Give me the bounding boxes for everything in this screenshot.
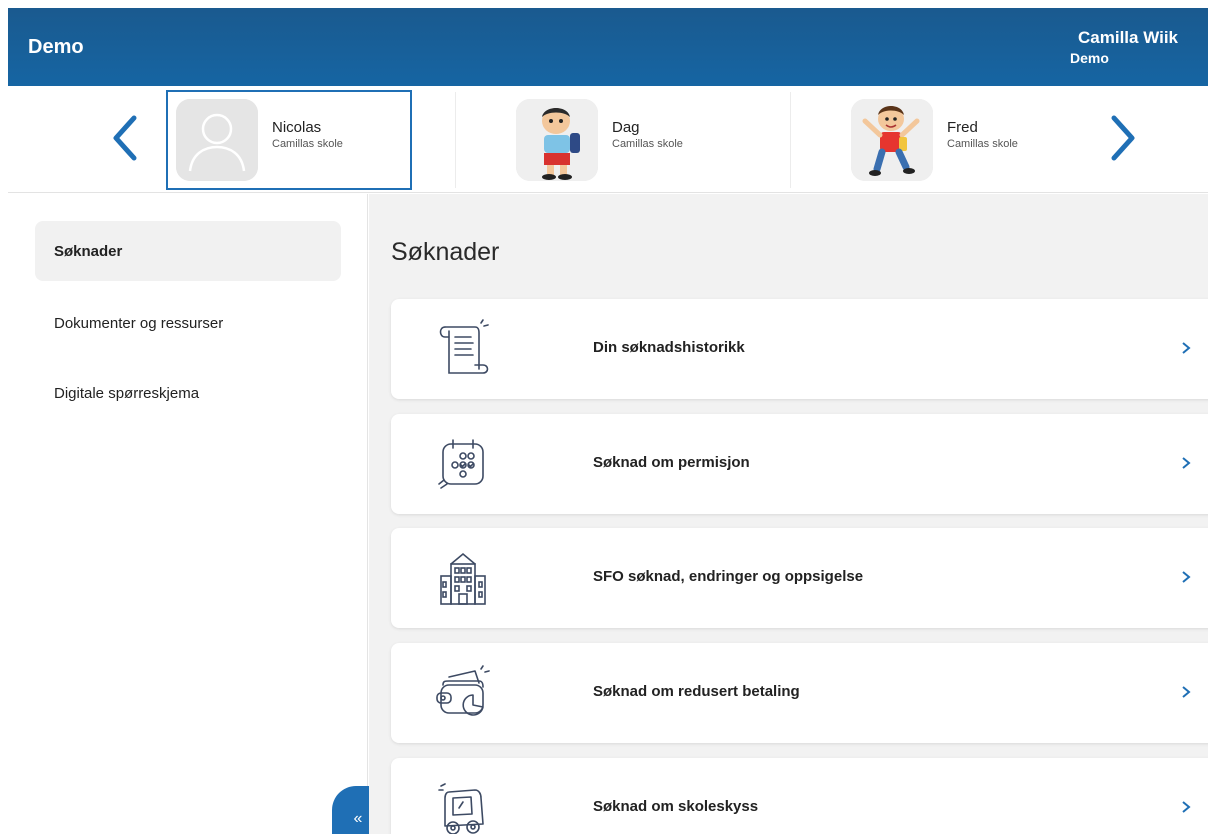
user-organization: Demo bbox=[1070, 50, 1109, 66]
chevron-right-icon bbox=[1182, 457, 1191, 469]
card-soknadshistorikk[interactable]: Din søknadshistorikk bbox=[391, 299, 1208, 399]
card-label: Søknad om permisjon bbox=[593, 454, 750, 471]
child-card-dag[interactable]: Dag Camillas skole bbox=[508, 90, 748, 190]
user-name[interactable]: Camilla Wiik bbox=[1078, 28, 1178, 48]
card-label: SFO søknad, endringer og oppsigelse bbox=[593, 568, 864, 585]
chevron-right-icon bbox=[1182, 342, 1191, 354]
previous-child-button[interactable] bbox=[106, 110, 146, 166]
child-school: Camillas skole bbox=[612, 137, 683, 150]
app-title: Demo bbox=[28, 36, 84, 58]
chevron-right-icon bbox=[1182, 801, 1191, 813]
main-content: Søknader Din søknadshistorikk Søknad om … bbox=[369, 194, 1208, 834]
divider bbox=[455, 92, 456, 188]
child-name: Fred bbox=[947, 118, 978, 136]
boy-waving-avatar bbox=[851, 99, 933, 181]
boy-with-backpack-avatar bbox=[516, 99, 598, 181]
child-name: Dag bbox=[612, 118, 640, 136]
school-building-icon bbox=[440, 552, 486, 605]
bus-icon bbox=[438, 783, 484, 834]
scroll-document-icon bbox=[439, 319, 489, 374]
chevron-left-icon bbox=[113, 115, 137, 161]
next-child-button[interactable] bbox=[1102, 110, 1142, 166]
chevron-right-icon bbox=[1182, 686, 1191, 698]
card-label: Søknad om skoleskyss bbox=[593, 798, 759, 815]
sidebar-item-dokumenter[interactable]: Dokumenter og ressurser bbox=[35, 293, 341, 353]
card-skoleskyss[interactable]: Søknad om skoleskyss bbox=[391, 758, 1208, 834]
wallet-icon bbox=[436, 665, 490, 716]
card-sfo-soknad[interactable]: SFO søknad, endringer og oppsigelse bbox=[391, 528, 1208, 628]
card-permisjon[interactable]: Søknad om permisjon bbox=[391, 414, 1208, 514]
chevron-right-icon bbox=[1182, 571, 1191, 583]
divider bbox=[790, 92, 791, 188]
chevron-right-icon bbox=[1111, 115, 1135, 161]
sidebar-item-sporreskjema[interactable]: Digitale spørreskjema bbox=[35, 363, 341, 423]
child-card-fred[interactable]: Fred Camillas skole bbox=[843, 90, 1083, 190]
double-chevron-left-icon: « bbox=[353, 810, 363, 827]
child-school: Camillas skole bbox=[272, 137, 343, 150]
app-header: Demo Camilla Wiik Demo bbox=[8, 8, 1208, 86]
calendar-checks-icon bbox=[438, 439, 484, 489]
sidebar: Søknader Dokumenter og ressurser Digital… bbox=[8, 194, 376, 834]
placeholder-person-icon bbox=[176, 99, 258, 181]
page-title: Søknader bbox=[391, 238, 500, 266]
child-selector: Nicolas Camillas skole Dag Camillas skol… bbox=[8, 86, 1208, 193]
child-card-nicolas[interactable]: Nicolas Camillas skole bbox=[166, 90, 412, 190]
child-name: Nicolas bbox=[272, 118, 322, 136]
sidebar-item-soknader[interactable]: Søknader bbox=[35, 221, 341, 281]
card-label: Søknad om redusert betaling bbox=[593, 683, 800, 700]
card-redusert-betaling[interactable]: Søknad om redusert betaling bbox=[391, 643, 1208, 743]
card-label: Din søknadshistorikk bbox=[593, 339, 745, 356]
child-school: Camillas skole bbox=[947, 137, 1018, 150]
